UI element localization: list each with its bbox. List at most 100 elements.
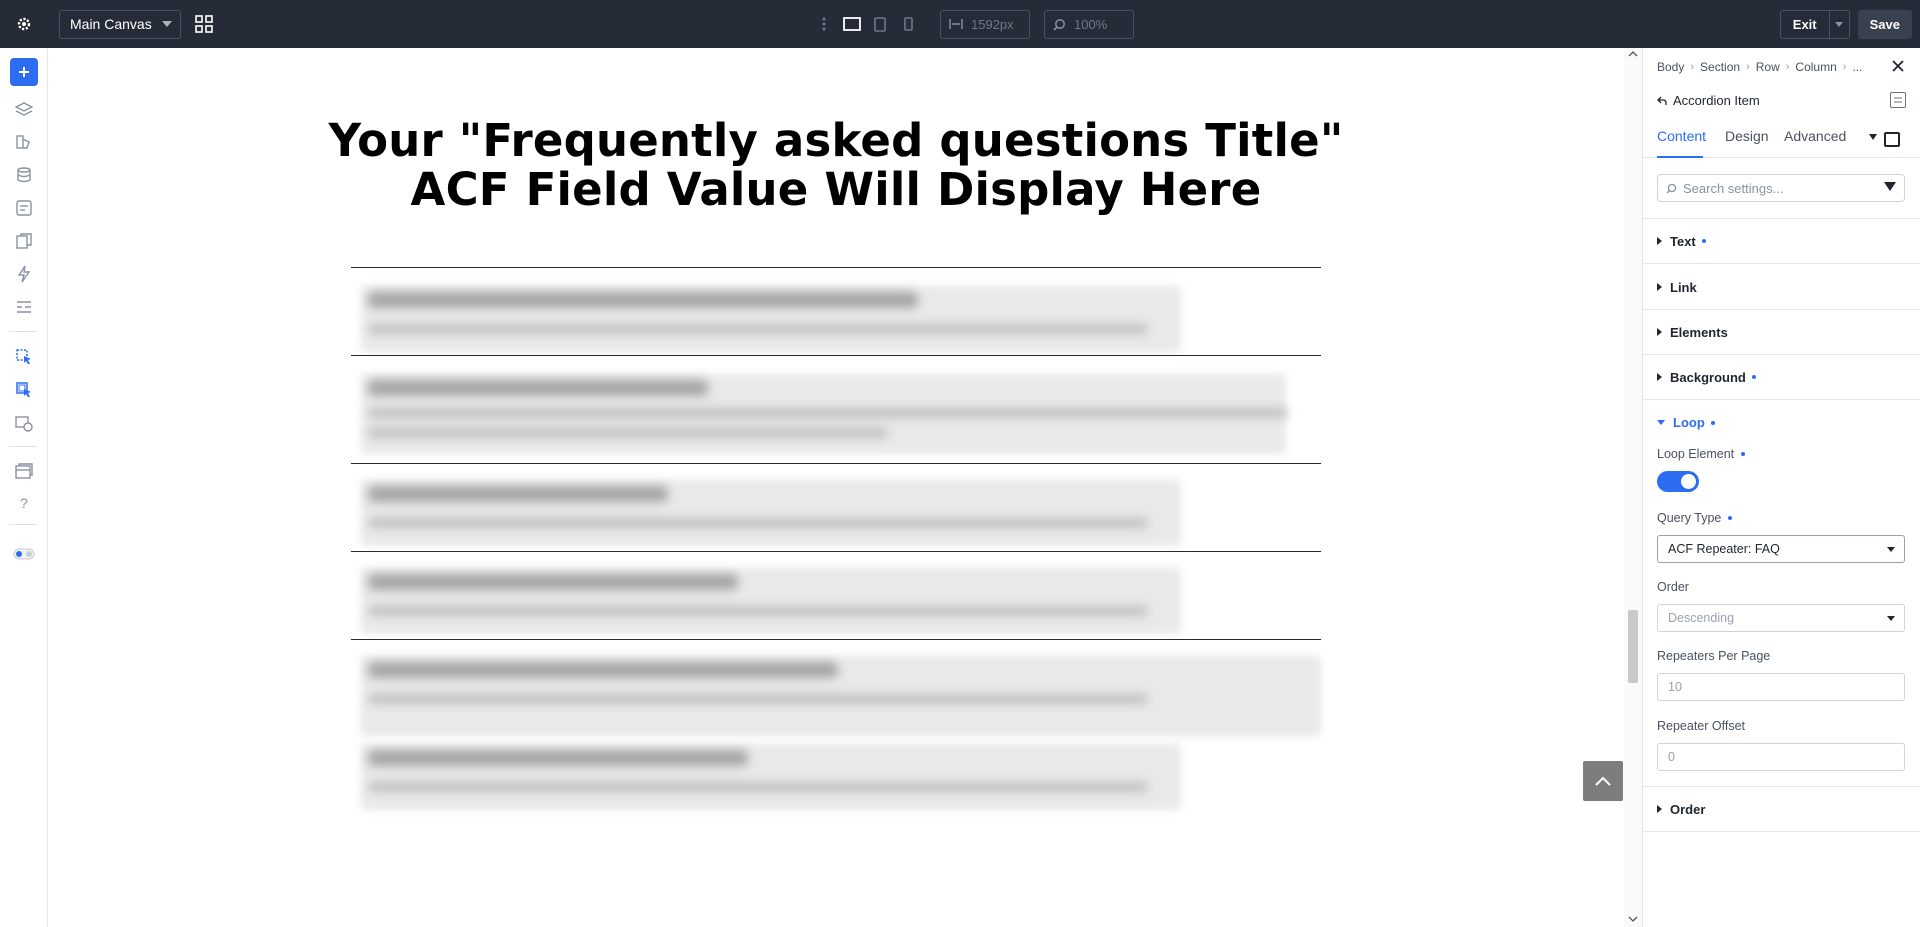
tablet-view-icon[interactable] [866, 10, 894, 38]
theme-toggle-icon[interactable] [12, 542, 36, 566]
repeater-offset-input[interactable]: 0 [1657, 743, 1905, 771]
templates-stack-icon[interactable] [12, 459, 36, 483]
chevron-down-icon [1887, 547, 1895, 552]
topbar-actions: Exit Save [1779, 0, 1920, 48]
breadcrumb-separator-icon: › [1785, 61, 1790, 73]
canvas-width-field[interactable]: 1592px [940, 9, 1030, 39]
settings-panel: Body › Section › Row › Column › ... Acco… [1642, 48, 1920, 927]
blurred-question [368, 750, 748, 766]
tabs-more-icon[interactable] [1869, 134, 1877, 140]
section-elements[interactable]: Elements [1643, 310, 1920, 355]
repeater-offset-label-text: Repeater Offset [1657, 719, 1746, 733]
order-value: Descending [1668, 611, 1735, 625]
add-element-button[interactable] [10, 58, 38, 86]
breadcrumb-more[interactable]: ... [1852, 60, 1862, 74]
blurred-question [368, 662, 838, 678]
forms-icon[interactable] [12, 196, 36, 220]
query-type-label: Query Type [1657, 511, 1733, 525]
section-text[interactable]: Text [1643, 219, 1920, 264]
tab-advanced[interactable]: Advanced [1784, 128, 1854, 158]
blurred-question [368, 292, 918, 308]
repeater-offset-value: 0 [1668, 750, 1675, 764]
chevron-up-icon [1595, 776, 1611, 786]
modified-indicator [1701, 239, 1706, 243]
back-to-top-button[interactable] [1583, 761, 1623, 801]
canvas-select-label: Main Canvas [70, 16, 152, 32]
scroll-up-icon[interactable] [1628, 51, 1638, 57]
chevron-down-icon [162, 21, 172, 27]
section-background-label: Background [1670, 369, 1746, 385]
search-icon [1666, 183, 1677, 193]
mobile-view-icon[interactable] [894, 10, 922, 38]
breadcrumb: Body › Section › Row › Column › ... [1657, 60, 1862, 74]
exit-dropdown-button[interactable] [1829, 9, 1850, 39]
canvas-select[interactable]: Main Canvas [59, 9, 181, 39]
device-controls: 1592px 100% [810, 0, 1134, 48]
styles-icon[interactable] [12, 130, 36, 154]
panel-tabs: Content Design Advanced [1643, 128, 1920, 158]
settings-gear-icon[interactable] [0, 0, 48, 48]
section-link-label: Link [1670, 279, 1697, 295]
breadcrumb-section[interactable]: Section [1700, 60, 1740, 74]
modified-indicator [1728, 516, 1733, 520]
section-background[interactable]: Background [1643, 355, 1920, 400]
desktop-view-icon[interactable] [838, 10, 866, 38]
chevron-right-icon [1657, 805, 1662, 813]
breadcrumb-separator-icon: › [1746, 61, 1750, 73]
interactions-lightning-icon[interactable] [12, 262, 36, 286]
chevron-right-icon [1657, 283, 1662, 291]
loop-builder-icon[interactable] [12, 378, 36, 402]
chevron-down-icon [1657, 420, 1665, 425]
wrapper-box-icon[interactable] [1884, 132, 1900, 147]
toggle-knob [1681, 474, 1696, 489]
repeaters-per-page-label: Repeaters Per Page [1657, 649, 1770, 663]
settings-list-icon[interactable] [12, 295, 36, 319]
settings-search-input[interactable]: Search settings... [1657, 174, 1905, 202]
breadcrumb-separator-icon: › [1842, 61, 1847, 73]
zoom-value: 100% [1074, 16, 1108, 32]
conditions-icon[interactable] [12, 412, 36, 436]
tab-design[interactable]: Design [1725, 128, 1771, 158]
breadcrumb-separator-icon: › [1690, 61, 1695, 73]
save-button[interactable]: Save [1857, 9, 1912, 39]
scroll-down-icon[interactable] [1628, 916, 1638, 922]
section-loop[interactable]: Loop [1643, 400, 1920, 445]
exit-button[interactable]: Exit [1779, 9, 1830, 39]
dynamic-content-icon[interactable] [12, 345, 36, 369]
templates-grid-icon[interactable] [192, 12, 216, 36]
breadcrumb-body[interactable]: Body [1657, 60, 1684, 74]
element-options-icon[interactable] [1890, 92, 1906, 108]
section-order[interactable]: Order [1643, 787, 1920, 832]
database-icon[interactable] [12, 163, 36, 187]
close-icon[interactable] [1890, 58, 1906, 74]
blurred-answer [368, 694, 1148, 704]
blurred-question [368, 574, 738, 590]
tab-content[interactable]: Content [1657, 128, 1706, 158]
order-select[interactable]: Descending [1657, 604, 1905, 632]
section-link[interactable]: Link [1643, 265, 1920, 310]
more-vertical-icon[interactable] [810, 10, 838, 38]
faq-title: Your "Frequently asked questions Title" … [48, 116, 1624, 214]
blurred-answer [368, 518, 1148, 528]
chevron-right-icon [1657, 373, 1662, 381]
layers-icon[interactable] [12, 97, 36, 121]
back-arrow-icon[interactable] [1657, 96, 1667, 106]
pages-icon[interactable] [12, 229, 36, 253]
loop-element-toggle[interactable] [1657, 471, 1699, 492]
breadcrumb-column[interactable]: Column [1795, 60, 1836, 74]
left-toolbar: ? [0, 48, 48, 927]
selected-element-name: Accordion Item [1673, 93, 1760, 108]
scrollbar-thumb[interactable] [1628, 610, 1638, 683]
section-text-label: Text [1670, 233, 1696, 249]
modified-indicator [1741, 452, 1746, 456]
canvas-scrollbar[interactable] [1624, 48, 1642, 927]
breadcrumb-row[interactable]: Row [1756, 60, 1780, 74]
query-type-select[interactable]: ACF Repeater: FAQ [1657, 535, 1905, 563]
toolbar-divider [9, 524, 37, 525]
main-canvas[interactable]: Your "Frequently asked questions Title" … [48, 48, 1624, 927]
faq-divider [351, 639, 1321, 640]
filter-icon[interactable] [1884, 182, 1896, 191]
repeaters-per-page-input[interactable]: 10 [1657, 673, 1905, 701]
zoom-field[interactable]: 100% [1044, 9, 1134, 39]
help-question-icon[interactable]: ? [12, 491, 36, 515]
